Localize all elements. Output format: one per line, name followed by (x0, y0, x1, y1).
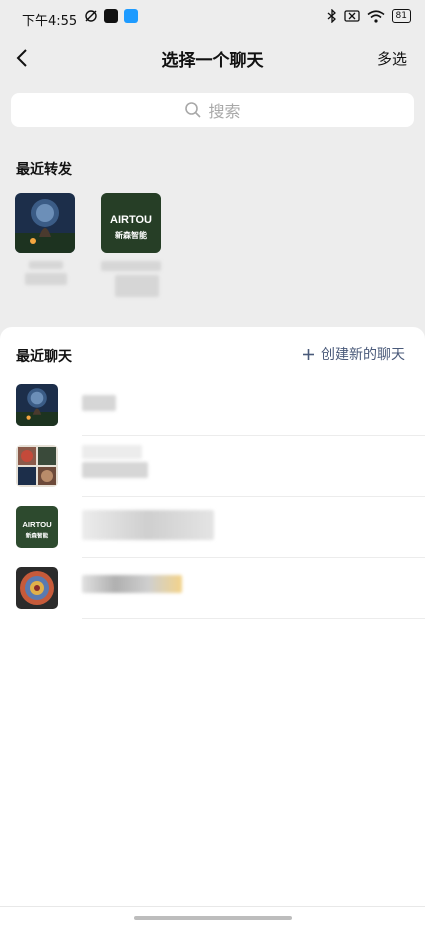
blurred-name (29, 261, 63, 269)
airtou-logo-text: AIRTOU (110, 214, 152, 226)
divider (82, 435, 425, 436)
blurred-chat-name (82, 395, 116, 411)
status-time: 下午4:55 (22, 14, 78, 29)
chat-row[interactable] (0, 437, 425, 497)
app-notification-icon (124, 9, 138, 23)
status-bar: 下午4:55 81 (0, 0, 425, 36)
recent-forward-item[interactable] (15, 193, 77, 285)
divider (82, 496, 425, 497)
recent-forwards-title: 最近转发 (16, 162, 72, 178)
recent-chats-title: 最近聊天 (16, 349, 72, 365)
divider (82, 618, 425, 619)
blurred-chat-name (82, 575, 182, 593)
chat-row[interactable]: AIRTOU 新森智能 (0, 498, 425, 558)
create-new-chat-button[interactable]: 创建新的聊天 (302, 344, 405, 364)
chat-row[interactable] (0, 559, 425, 619)
page-title: 选择一个聊天 (161, 51, 264, 71)
plus-icon (303, 348, 314, 360)
create-new-chat-label: 创建新的聊天 (321, 347, 405, 363)
chat-row[interactable] (0, 376, 425, 436)
tiktok-icon (104, 9, 118, 23)
airtou-logo-avatar: AIRTOU 新森智能 (101, 193, 161, 253)
wifi-icon (367, 9, 385, 23)
night-campfire-avatar (16, 384, 58, 426)
divider (82, 557, 425, 558)
bluetooth-icon (327, 9, 336, 23)
battery-indicator: 81 (391, 9, 411, 23)
blurred-name (25, 273, 67, 285)
divider (0, 906, 425, 907)
recent-forward-item[interactable]: AIRTOU 新森智能 (101, 193, 163, 297)
chat-picker-sheet: 最近聊天 创建新的聊天 AIRTOU 新森智能 (0, 327, 425, 926)
multi-select-button[interactable]: 多选 (377, 48, 407, 69)
blurred-name (115, 275, 159, 297)
blurred-chat-name (82, 445, 142, 459)
airtou-logo-avatar: AIRTOU 新森智能 (16, 506, 58, 548)
no-sim-icon (343, 10, 360, 22)
home-indicator[interactable] (134, 916, 292, 920)
search-icon (185, 102, 202, 118)
blurred-chat-name (82, 462, 148, 478)
blurred-name (101, 261, 161, 271)
mandala-avatar (16, 567, 58, 609)
search-placeholder: 搜索 (208, 102, 241, 121)
title-bar: 选择一个聊天 多选 (0, 36, 425, 80)
night-campfire-avatar (15, 193, 75, 253)
airtou-logo-subtext: 新森智能 (115, 230, 147, 240)
collage-avatar (16, 445, 58, 487)
blurred-chat-name (82, 510, 214, 540)
do-not-disturb-icon (85, 10, 97, 22)
search-input[interactable]: 搜索 (11, 93, 414, 127)
airtou-logo-text: AIRTOU (22, 520, 52, 529)
